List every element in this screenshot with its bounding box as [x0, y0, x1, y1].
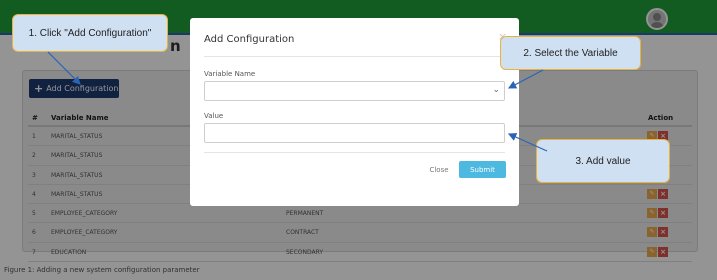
arrow-step-3: [507, 133, 548, 152]
annotation-arrows: [47, 51, 548, 152]
arrow-step-1: [47, 51, 81, 85]
arrow-step-2: [507, 69, 544, 89]
